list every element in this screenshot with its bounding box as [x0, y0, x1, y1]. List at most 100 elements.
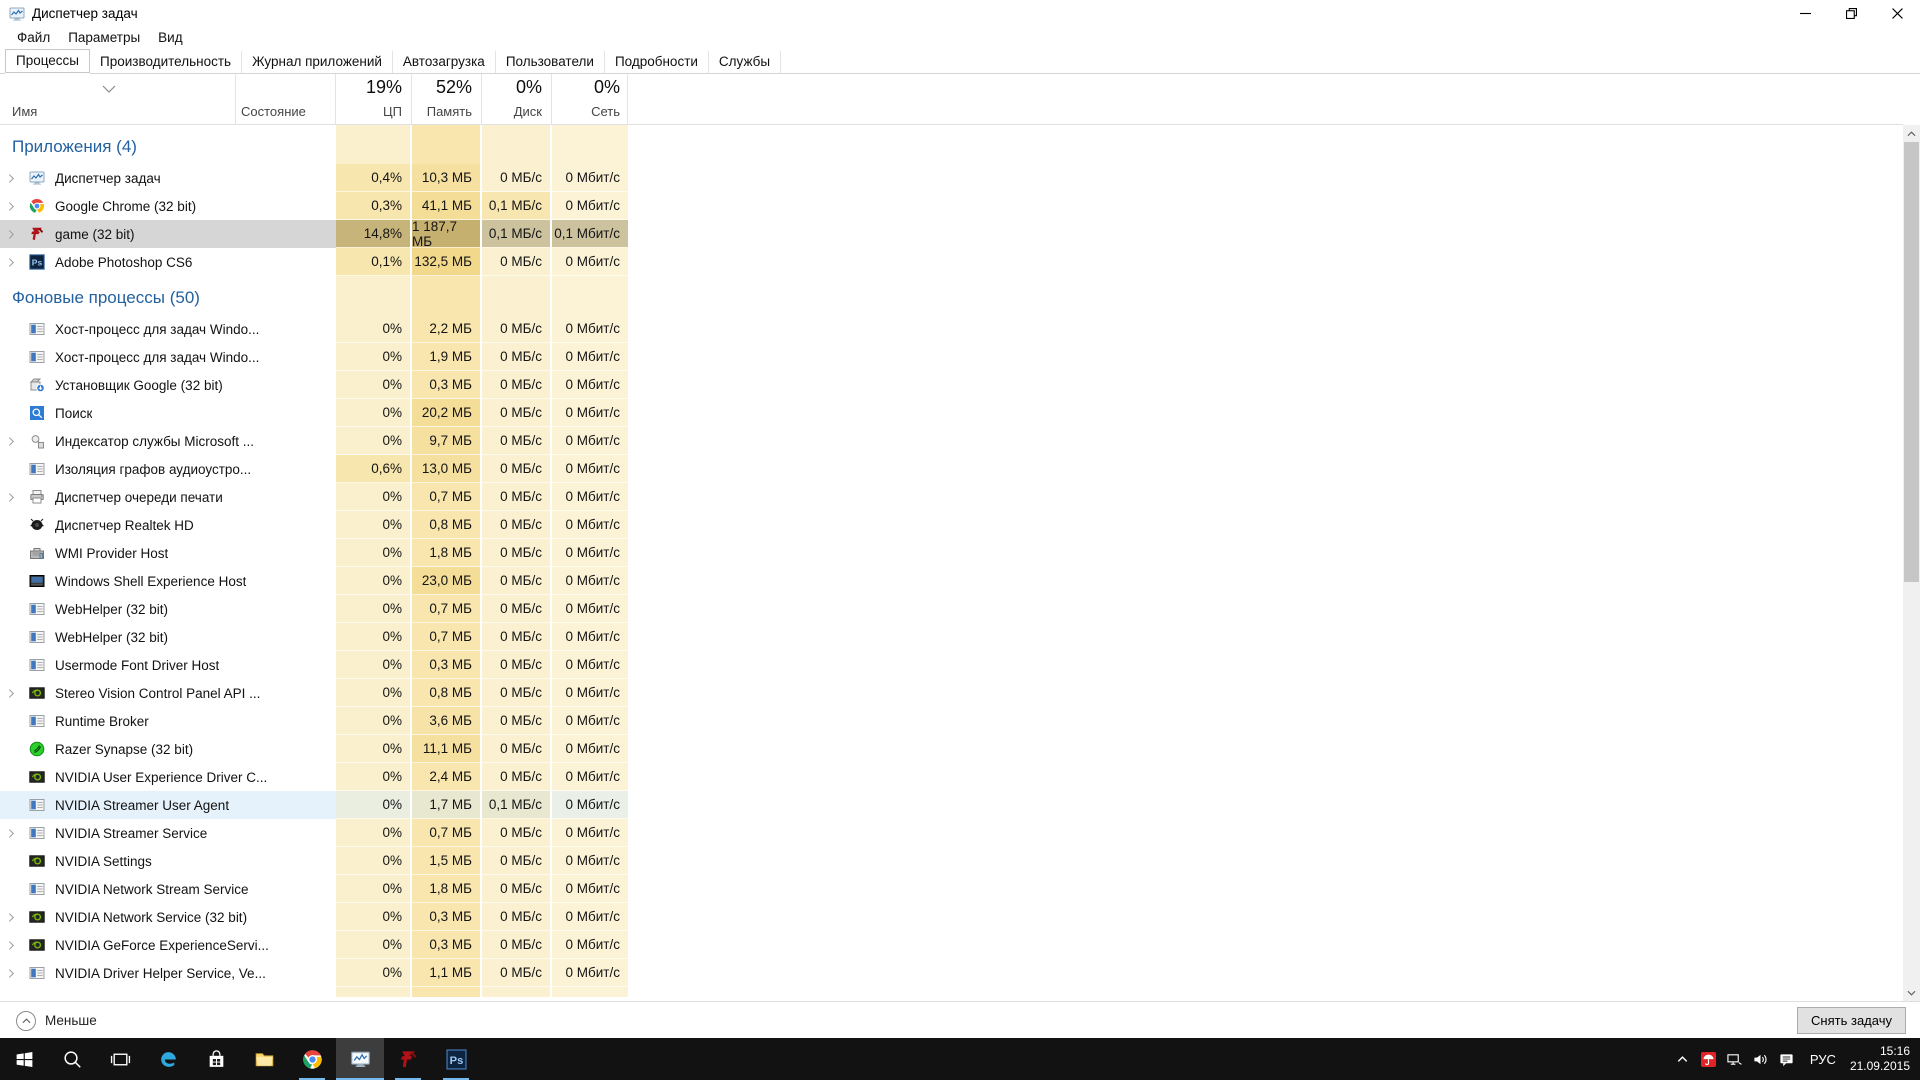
expand-chevron-icon[interactable]	[8, 687, 24, 699]
process-row[interactable]: WebHelper (32 bit)0%0,7 МБ0 МБ/с0 Мбит/с	[0, 623, 1903, 651]
expand-chevron-icon[interactable]	[8, 491, 24, 503]
taskbar-edge-icon[interactable]	[144, 1038, 192, 1080]
game-icon	[29, 226, 45, 242]
taskbar-photoshop-icon[interactable]: Ps	[432, 1038, 480, 1080]
expander-spacer	[8, 799, 24, 811]
cell-disk: 0 МБ/с	[482, 903, 550, 931]
process-row[interactable]: NVIDIA Streamer Service0%0,7 МБ0 МБ/с0 М…	[0, 819, 1903, 847]
cell-disk: 0 МБ/с	[482, 483, 550, 511]
menu-item-вид[interactable]: Вид	[149, 28, 191, 47]
process-row[interactable]: Runtime Broker0%3,6 МБ0 МБ/с0 Мбит/с	[0, 707, 1903, 735]
expand-chevron-icon[interactable]	[8, 911, 24, 923]
tab-службы[interactable]: Службы	[709, 51, 781, 73]
process-row[interactable]: game (32 bit)14,8%1 187,7 МБ0,1 МБ/с0,1 …	[0, 220, 1903, 248]
fewer-details-button[interactable]: Меньше	[16, 1011, 97, 1031]
tray-chevron-up-icon[interactable]	[1670, 1038, 1696, 1080]
process-row[interactable]: Razer Synapse (32 bit)0%11,1 МБ0 МБ/с0 М…	[0, 735, 1903, 763]
tray-avira-icon[interactable]	[1696, 1038, 1722, 1080]
column-header-mem[interactable]: 52%Память	[412, 74, 480, 124]
scrollbar-thumb[interactable]	[1904, 142, 1919, 582]
process-row[interactable]: Индексатор службы Microsoft ...0%9,7 МБ0…	[0, 427, 1903, 455]
taskbar-taskbar-search-icon[interactable]	[48, 1038, 96, 1080]
tab-автозагрузка[interactable]: Автозагрузка	[393, 51, 496, 73]
taskbar-store-icon[interactable]	[192, 1038, 240, 1080]
minimize-button[interactable]	[1782, 0, 1828, 27]
tab-журнал-приложений[interactable]: Журнал приложений	[242, 51, 393, 73]
taskbar-task-manager-icon[interactable]	[336, 1038, 384, 1080]
process-row[interactable]: NVIDIA User Experience Driver C...0%2,4 …	[0, 763, 1903, 791]
section-header-row[interactable]: Фоновые процессы (50)	[0, 281, 1903, 315]
language-indicator[interactable]: РУС	[1800, 1052, 1846, 1067]
process-row[interactable]: Хост-процесс для задач Windo...0%1,9 МБ0…	[0, 343, 1903, 371]
end-task-button[interactable]: Снять задачу	[1797, 1007, 1906, 1034]
process-name: Google Chrome (32 bit)	[55, 199, 196, 214]
process-row[interactable]: WMI Provider Host0%1,8 МБ0 МБ/с0 Мбит/с	[0, 539, 1903, 567]
tray-volume-icon[interactable]	[1748, 1038, 1774, 1080]
tab-подробности[interactable]: Подробности	[605, 51, 709, 73]
process-row[interactable]: Хост-процесс для задач Windo...0%2,2 МБ0…	[0, 315, 1903, 343]
expand-chevron-icon[interactable]	[8, 939, 24, 951]
menu-item-файл[interactable]: Файл	[8, 28, 59, 47]
process-row[interactable]: NVIDIA Network Service (32 bit)0%0,3 МБ0…	[0, 903, 1903, 931]
column-header-disk[interactable]: 0%Диск	[482, 74, 550, 124]
expand-chevron-icon[interactable]	[8, 228, 24, 240]
taskbar-start-icon[interactable]	[0, 1038, 48, 1080]
process-row[interactable]: NVIDIA Streamer User Agent0%1,7 МБ0,1 МБ…	[0, 791, 1903, 819]
cell-disk: 0 МБ/с	[482, 875, 550, 903]
column-label-mem: Память	[427, 104, 472, 119]
taskbar-game-icon[interactable]	[384, 1038, 432, 1080]
expand-chevron-icon[interactable]	[8, 200, 24, 212]
process-name: Установщик Google (32 bit)	[55, 378, 223, 393]
process-row[interactable]: Usermode Font Driver Host0%0,3 МБ0 МБ/с0…	[0, 651, 1903, 679]
taskbar-chrome-icon[interactable]	[288, 1038, 336, 1080]
restore-button[interactable]	[1828, 0, 1874, 27]
cell-disk: 0 МБ/с	[482, 679, 550, 707]
process-row[interactable]: Диспетчер Realtek HD0%0,8 МБ0 МБ/с0 Мбит…	[0, 511, 1903, 539]
column-header-cpu[interactable]: 19%ЦП	[336, 74, 410, 124]
tab-производительность[interactable]: Производительность	[90, 51, 242, 73]
expander-spacer	[8, 659, 24, 671]
taskbar-clock[interactable]: 15:16 21.09.2015	[1846, 1044, 1920, 1074]
scroll-down-icon[interactable]	[1903, 984, 1920, 1001]
process-row[interactable]: Google Chrome (32 bit)0,3%41,1 МБ0,1 МБ/…	[0, 192, 1903, 220]
process-row[interactable]: Windows Shell Experience Host0%23,0 МБ0 …	[0, 567, 1903, 595]
tab-пользователи[interactable]: Пользователи	[496, 51, 605, 73]
tab-процессы[interactable]: Процессы	[5, 49, 90, 73]
process-row[interactable]: Установщик Google (32 bit)0%0,3 МБ0 МБ/с…	[0, 371, 1903, 399]
process-row[interactable]: Диспетчер очереди печати0%0,7 МБ0 МБ/с0 …	[0, 483, 1903, 511]
tray-network-icon[interactable]	[1722, 1038, 1748, 1080]
expand-chevron-icon[interactable]	[8, 256, 24, 268]
section-header-row[interactable]: Приложения (4)	[0, 130, 1903, 164]
process-row[interactable]: NVIDIA Settings0%1,5 МБ0 МБ/с0 Мбит/с	[0, 847, 1903, 875]
svg-text:Ps: Ps	[32, 258, 43, 268]
process-row[interactable]: Изоляция графов аудиоустро...0,6%13,0 МБ…	[0, 455, 1903, 483]
process-row[interactable]: PsAdobe Photoshop CS60,1%132,5 МБ0 МБ/с0…	[0, 248, 1903, 276]
taskbar-task-view-icon[interactable]	[96, 1038, 144, 1080]
close-button[interactable]	[1874, 0, 1920, 27]
tray-notification-icon[interactable]	[1774, 1038, 1800, 1080]
process-row[interactable]: Поиск0%20,2 МБ0 МБ/с0 Мбит/с	[0, 399, 1903, 427]
expand-chevron-icon[interactable]	[8, 435, 24, 447]
menu-item-параметры[interactable]: Параметры	[59, 28, 149, 47]
process-row[interactable]: Диспетчер задач0,4%10,3 МБ0 МБ/с0 Мбит/с	[0, 164, 1903, 192]
column-header-name[interactable]: Имя	[12, 104, 37, 119]
taskbar-file-explorer-icon[interactable]	[240, 1038, 288, 1080]
expand-chevron-icon[interactable]	[8, 827, 24, 839]
cell-disk: 0 МБ/с	[482, 539, 550, 567]
cell-cpu: 0%	[336, 567, 410, 595]
cell-disk: 0 МБ/с	[482, 651, 550, 679]
process-row[interactable]: NVIDIA Driver Helper Service, Ve...0%1,1…	[0, 959, 1903, 987]
window-icon	[29, 601, 45, 617]
task-view-icon	[110, 1049, 131, 1070]
scroll-up-icon[interactable]	[1903, 125, 1920, 142]
column-header-status[interactable]: Состояние	[241, 104, 306, 119]
process-row[interactable]: NVIDIA GeForce ExperienceServi...0%0,3 М…	[0, 931, 1903, 959]
expand-chevron-icon[interactable]	[8, 172, 24, 184]
column-header-net[interactable]: 0%Сеть	[552, 74, 628, 124]
cell-disk: 0 МБ/с	[482, 315, 550, 343]
process-row[interactable]: WebHelper (32 bit)0%0,7 МБ0 МБ/с0 Мбит/с	[0, 595, 1903, 623]
process-row[interactable]: Stereo Vision Control Panel API ...0%0,8…	[0, 679, 1903, 707]
vertical-scrollbar[interactable]	[1903, 125, 1920, 1001]
expand-chevron-icon[interactable]	[8, 967, 24, 979]
process-row[interactable]: NVIDIA Network Stream Service0%1,8 МБ0 М…	[0, 875, 1903, 903]
